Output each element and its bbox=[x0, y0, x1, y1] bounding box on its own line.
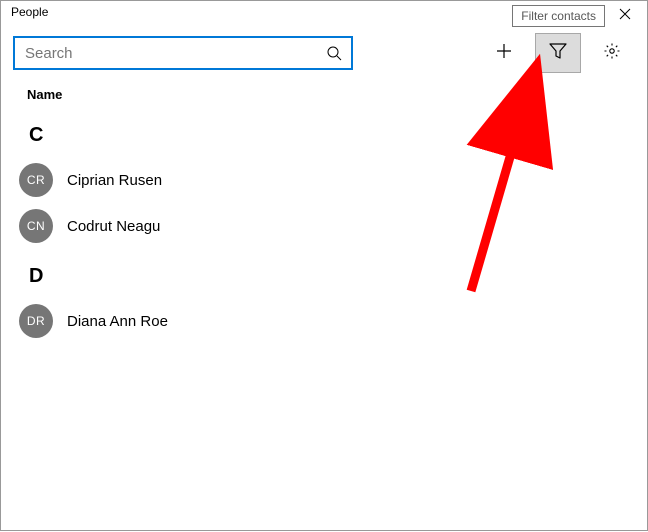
settings-button[interactable] bbox=[589, 33, 635, 73]
contact-name: Codrut Neagu bbox=[67, 218, 160, 235]
contact-name: Diana Ann Roe bbox=[67, 313, 168, 330]
avatar: CR bbox=[19, 163, 53, 197]
search-icon bbox=[325, 44, 343, 62]
close-button[interactable] bbox=[603, 1, 647, 29]
gear-icon bbox=[603, 42, 621, 65]
group-letter[interactable]: C bbox=[1, 108, 647, 157]
contact-row[interactable]: CN Codrut Neagu bbox=[1, 203, 647, 249]
add-contact-button[interactable] bbox=[481, 33, 527, 73]
contact-row[interactable]: DR Diana Ann Roe bbox=[1, 298, 647, 344]
contact-row[interactable]: CR Ciprian Rusen bbox=[1, 157, 647, 203]
window-title: People bbox=[11, 5, 48, 19]
filter-icon bbox=[548, 42, 568, 65]
close-icon bbox=[619, 7, 631, 23]
filter-contacts-button[interactable] bbox=[535, 33, 581, 73]
search-box[interactable] bbox=[13, 36, 353, 70]
search-input[interactable] bbox=[23, 44, 325, 63]
filter-tooltip: Filter contacts bbox=[512, 5, 605, 27]
toolbar bbox=[1, 27, 647, 83]
avatar: CN bbox=[19, 209, 53, 243]
group-letter[interactable]: D bbox=[1, 249, 647, 298]
filter-tooltip-text: Filter contacts bbox=[521, 9, 596, 23]
avatar: DR bbox=[19, 304, 53, 338]
plus-icon bbox=[495, 42, 513, 65]
contact-name: Ciprian Rusen bbox=[67, 172, 162, 189]
column-header-name: Name bbox=[1, 83, 647, 108]
